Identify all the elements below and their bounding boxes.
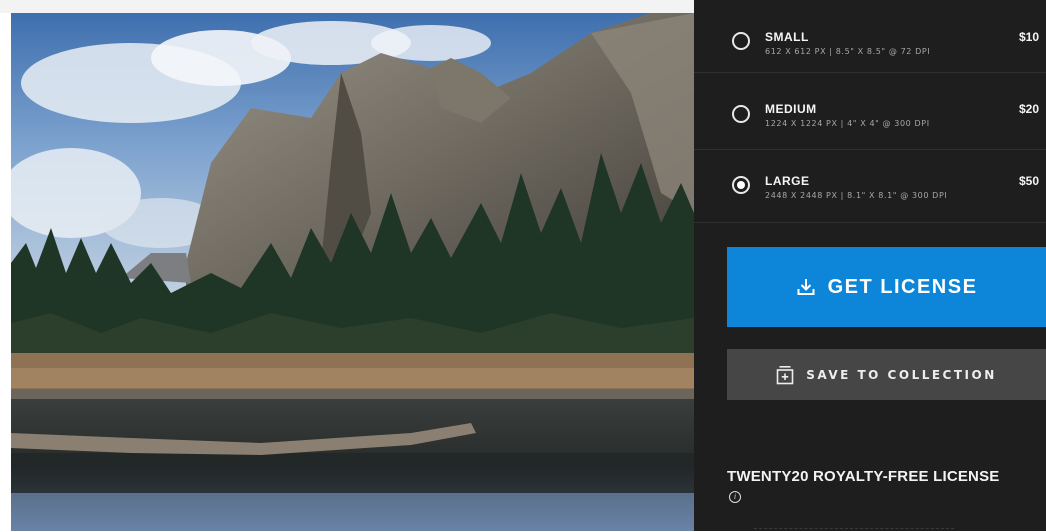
option-spec: 2448 X 2448 PX | 8.1" X 8.1" @ 300 DPI <box>765 191 948 200</box>
option-price: $50 <box>1019 174 1040 188</box>
collection-add-icon <box>776 365 794 384</box>
get-license-button[interactable]: GET LICENSE <box>727 247 1046 327</box>
license-panel: SMALL 612 X 612 PX | 8.5" X 8.5" @ 72 DP… <box>694 0 1046 531</box>
cropped-text-line <box>754 528 954 532</box>
save-to-collection-button[interactable]: SAVE TO COLLECTION <box>727 349 1046 400</box>
yosemite-photo <box>11 13 694 531</box>
download-icon <box>797 279 815 295</box>
license-title: TWENTY20 ROYALTY-FREE LICENSE <box>727 468 1000 485</box>
radio-medium[interactable] <box>732 105 750 123</box>
radio-large[interactable] <box>732 176 750 194</box>
save-to-collection-label: SAVE TO COLLECTION <box>806 367 997 382</box>
option-price: $20 <box>1019 102 1040 116</box>
radio-small[interactable] <box>732 32 750 50</box>
option-spec: 1224 X 1224 PX | 4" X 4" @ 300 DPI <box>765 119 930 128</box>
license-option-small[interactable]: SMALL 612 X 612 PX | 8.5" X 8.5" @ 72 DP… <box>694 0 1046 73</box>
info-icon[interactable]: i <box>729 491 741 503</box>
photo-preview <box>11 13 694 531</box>
option-name: MEDIUM <box>765 102 817 116</box>
option-spec: 612 X 612 PX | 8.5" X 8.5" @ 72 DPI <box>765 47 931 56</box>
option-name: LARGE <box>765 174 810 188</box>
option-name: SMALL <box>765 30 809 44</box>
option-price: $10 <box>1019 30 1040 44</box>
license-option-large[interactable]: LARGE 2448 X 2448 PX | 8.1" X 8.1" @ 300… <box>694 150 1046 223</box>
license-option-medium[interactable]: MEDIUM 1224 X 1224 PX | 4" X 4" @ 300 DP… <box>694 77 1046 150</box>
get-license-label: GET LICENSE <box>827 275 978 298</box>
